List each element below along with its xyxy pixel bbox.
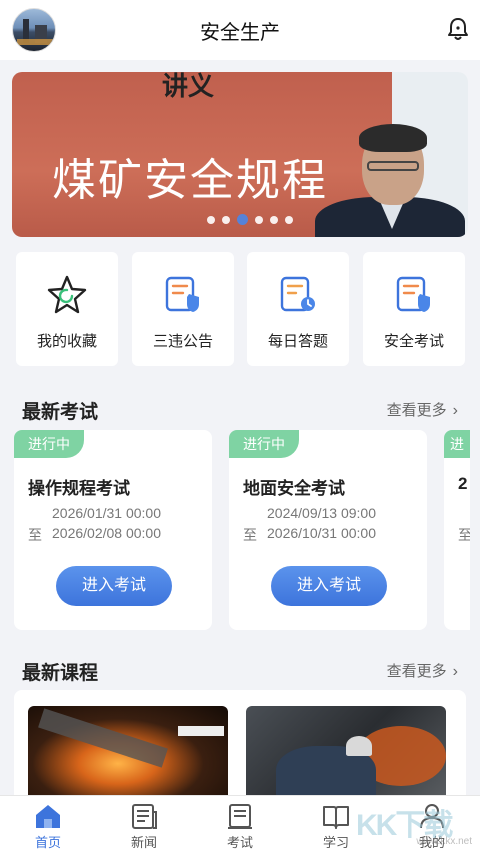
quick-action-label: 每日答题 — [267, 333, 328, 350]
view-more-label: 查看更多 — [386, 663, 447, 680]
watermark: KK下载 www.kkx.net — [356, 800, 476, 850]
tab-news[interactable]: 新闻 — [114, 802, 174, 851]
presenter-image — [307, 124, 467, 237]
status-badge: 进行中 — [229, 430, 299, 458]
chevron-right-icon: › — [452, 402, 458, 419]
watermark-url: www.kkx.net — [416, 836, 472, 847]
tab-label: 新闻 — [130, 835, 157, 850]
exam-card[interactable]: 进行中 地面安全考试 2024/09/13 09:00 至 2026/10/31… — [229, 430, 427, 630]
chevron-right-icon: › — [452, 663, 458, 680]
quick-action-safety-exam[interactable]: 安全考试 — [363, 252, 465, 366]
tab-exam[interactable]: 考试 — [210, 802, 270, 851]
quick-action-favorites[interactable]: 我的收藏 — [16, 252, 118, 366]
quick-action-label: 安全考试 — [383, 333, 444, 350]
course-thumbnail[interactable] — [28, 706, 228, 802]
carousel-indicator — [207, 214, 293, 225]
exam-end-time: 2026/02/08 00:00 — [52, 525, 161, 541]
exam-to-label: 至 — [28, 527, 42, 543]
view-more-label: 查看更多 — [386, 402, 447, 419]
exam-name: 地面安全考试 — [243, 479, 345, 498]
quick-action-label: 三违公告 — [152, 333, 213, 350]
carousel-dot[interactable] — [270, 215, 278, 224]
courses-section-title: 最新课程 — [22, 663, 99, 684]
enter-exam-button[interactable]: 进入考试 — [271, 566, 387, 606]
exam-shield-icon — [396, 276, 430, 312]
exam-name: 操作规程考试 — [28, 479, 130, 498]
carousel-dot[interactable] — [285, 215, 293, 224]
notice-shield-icon — [165, 276, 199, 312]
page-title: 安全生产 — [200, 22, 280, 44]
tab-label: 考试 — [226, 835, 253, 850]
exam-name: 2 — [458, 474, 468, 493]
clock-document-icon — [280, 276, 315, 312]
banner-headline: 煤矿安全规程 — [52, 155, 328, 206]
carousel-dot-active[interactable] — [237, 214, 248, 225]
quick-action-violations[interactable]: 三违公告 — [132, 252, 234, 366]
carousel-dot[interactable] — [207, 215, 215, 224]
courses-view-more[interactable]: 查看更多 › — [387, 660, 458, 681]
quick-action-daily-quiz[interactable]: 每日答题 — [247, 252, 349, 366]
enter-exam-button[interactable]: 进入考试 — [56, 566, 172, 606]
exam-end-time: 2026/10/31 00:00 — [267, 525, 376, 541]
exam-card[interactable]: 进行中 操作规程考试 2026/01/31 00:00 至 2026/02/08… — [14, 430, 212, 630]
status-badge: 进 — [444, 430, 470, 458]
exam-icon — [228, 804, 252, 829]
quick-action-label: 我的收藏 — [36, 333, 97, 350]
exams-view-more[interactable]: 查看更多 › — [387, 399, 458, 420]
news-icon — [132, 804, 157, 829]
status-badge: 进行中 — [14, 430, 84, 458]
carousel-dot[interactable] — [222, 215, 230, 224]
banner-carousel[interactable]: 讲义 煤矿安全规程 — [12, 72, 468, 237]
book-icon — [323, 806, 349, 829]
exam-start-time: 2026/01/31 00:00 — [52, 505, 161, 521]
carousel-dot[interactable] — [255, 215, 263, 224]
exam-start-time: 2024/09/13 09:00 — [267, 505, 376, 521]
tab-home[interactable]: 首页 — [18, 802, 78, 851]
banner-top-text: 讲义 — [162, 72, 215, 101]
home-icon — [36, 805, 60, 828]
tab-label: 首页 — [34, 835, 61, 850]
star-icon — [47, 275, 87, 314]
bell-icon[interactable] — [446, 16, 470, 42]
exam-to-label: 至 — [458, 527, 470, 543]
exam-to-label: 至 — [243, 527, 257, 543]
exam-card-partial[interactable]: 进 2 至 — [444, 430, 470, 630]
course-thumbnail[interactable] — [246, 706, 446, 802]
app-header: 安全生产 — [0, 0, 480, 60]
exams-section-title: 最新考试 — [22, 402, 99, 423]
